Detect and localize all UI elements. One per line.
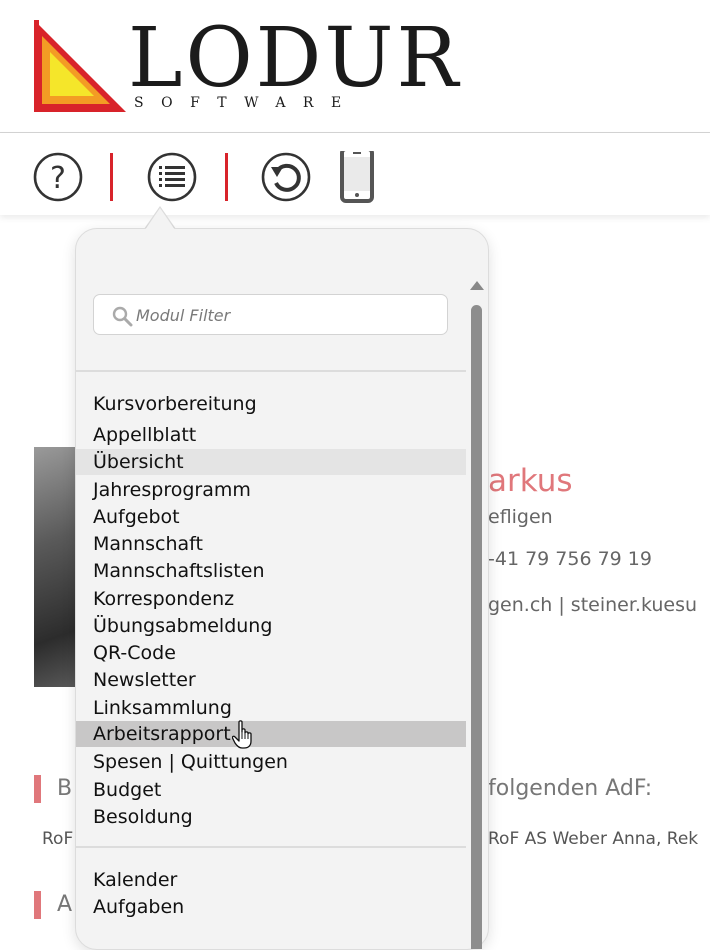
app-header: LODUR SOFTWARE bbox=[0, 0, 710, 133]
menu-item-korrespondenz[interactable]: Korrespondenz bbox=[76, 586, 466, 612]
scroll-up-arrow-icon[interactable] bbox=[470, 281, 484, 290]
toolbar-separator bbox=[225, 153, 228, 201]
module-filter[interactable] bbox=[93, 294, 448, 335]
module-filter-input[interactable] bbox=[134, 301, 438, 329]
dropdown-caret-fill bbox=[145, 208, 175, 230]
list-menu-icon[interactable] bbox=[146, 151, 198, 203]
search-icon bbox=[112, 306, 133, 327]
menu-item-mannschaftslisten[interactable]: Mannschaftslisten bbox=[76, 558, 466, 584]
person-phone: -41 79 756 79 19 bbox=[488, 548, 652, 570]
undo-icon[interactable] bbox=[260, 151, 312, 203]
menu-item-spesen-quittungen[interactable]: Spesen | Quittungen bbox=[76, 749, 466, 775]
person-name: arkus bbox=[488, 463, 573, 499]
menu-item-jahresprogramm[interactable]: Jahresprogramm bbox=[76, 477, 466, 503]
adf-list-start: RoF bbox=[42, 829, 74, 849]
help-icon[interactable]: ? bbox=[32, 151, 84, 203]
logo-subtitle: SOFTWARE bbox=[134, 95, 359, 111]
person-location: efligen bbox=[488, 506, 553, 528]
menu-item-kalender[interactable]: Kalender bbox=[76, 867, 466, 893]
person-email: gen.ch | steiner.kuesu bbox=[488, 594, 698, 616]
menu-item-kursvorbereitung[interactable]: Kursvorbereitung bbox=[76, 391, 466, 417]
svg-text:?: ? bbox=[50, 161, 66, 196]
mobile-icon[interactable] bbox=[332, 151, 384, 203]
menu-divider bbox=[76, 846, 466, 848]
hand-pointer-icon bbox=[232, 720, 252, 749]
menu-item-newsletter[interactable]: Newsletter bbox=[76, 667, 466, 693]
section-heading-tail: folgenden AdF: bbox=[488, 776, 653, 801]
menu-item-mannschaft[interactable]: Mannschaft bbox=[76, 531, 466, 557]
menu-item-budget[interactable]: Budget bbox=[76, 777, 466, 803]
menu-scrollbar[interactable] bbox=[469, 281, 485, 949]
section-heading: B bbox=[57, 776, 73, 801]
logo-wordmark: LODUR bbox=[128, 11, 462, 106]
menu-item-aufgebot[interactable]: Aufgebot bbox=[76, 504, 466, 530]
adf-list-tail: RoF AS Weber Anna, Rek bbox=[488, 829, 699, 849]
scrollbar-thumb[interactable] bbox=[471, 305, 482, 949]
menu-item-linksammlung[interactable]: Linksammlung bbox=[76, 695, 466, 721]
menu-item-uebungsabmeldung[interactable]: Übungsabmeldung bbox=[76, 613, 466, 639]
menu-item-appellblatt[interactable]: Appellblatt bbox=[76, 422, 466, 448]
lodur-logo-icon bbox=[34, 20, 126, 112]
menu-item-besoldung[interactable]: Besoldung bbox=[76, 804, 466, 830]
module-dropdown: Kursvorbereitung Appellblatt Übersicht J… bbox=[75, 228, 489, 950]
menu-divider bbox=[76, 370, 466, 372]
section-heading: A bbox=[57, 892, 73, 917]
menu-item-qr-code[interactable]: QR-Code bbox=[76, 640, 466, 666]
menu-item-arbeitsrapport[interactable]: Arbeitsrapport bbox=[76, 721, 466, 747]
main-toolbar: ? bbox=[0, 133, 710, 215]
menu-item-aufgaben[interactable]: Aufgaben bbox=[76, 894, 466, 920]
toolbar-separator bbox=[110, 153, 113, 201]
section-marker bbox=[34, 775, 41, 803]
menu-item-uebersicht[interactable]: Übersicht bbox=[76, 449, 466, 475]
section-marker bbox=[34, 891, 41, 919]
